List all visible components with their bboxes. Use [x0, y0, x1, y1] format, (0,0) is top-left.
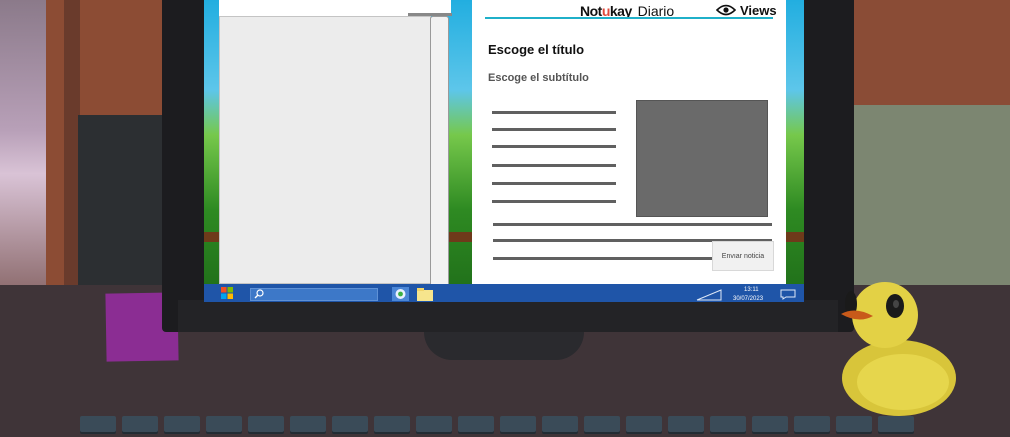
- body-text-line: [492, 111, 616, 114]
- header-rule: [485, 17, 773, 19]
- keyboard: [80, 416, 940, 437]
- clock-date[interactable]: 30/07/2023: [733, 296, 763, 302]
- monitor-stand: [424, 332, 584, 360]
- body-text-line: [492, 145, 616, 148]
- scrollbar[interactable]: [430, 16, 449, 288]
- eye-icon: [716, 4, 736, 16]
- search-icon: [254, 289, 264, 299]
- notification-icon[interactable]: [780, 289, 796, 300]
- app-icon[interactable]: [392, 287, 409, 301]
- body-text-line: [492, 182, 616, 185]
- rubber-duck[interactable]: [833, 270, 958, 420]
- clock-time[interactable]: 13:11: [744, 287, 759, 293]
- image-placeholder[interactable]: [636, 100, 768, 217]
- body-text-line: [492, 164, 616, 167]
- body-text-line: [493, 257, 713, 260]
- views-label[interactable]: Views: [740, 3, 777, 18]
- dark-shelf: [78, 115, 166, 290]
- wall-panel: [850, 105, 1010, 290]
- taskbar-search-input[interactable]: [250, 288, 378, 301]
- send-news-button[interactable]: Envıar noticia: [712, 241, 774, 271]
- editor-window[interactable]: [219, 16, 431, 284]
- windows-start-icon[interactable]: [220, 286, 234, 300]
- body-text-line: [493, 223, 772, 226]
- body-text-line: [492, 128, 616, 131]
- title-field[interactable]: Escoge el título: [488, 42, 584, 57]
- subtitle-field[interactable]: Escoge el subtítulo: [488, 72, 589, 84]
- monitor-bezel: [178, 300, 838, 332]
- folder-icon[interactable]: [417, 288, 433, 301]
- network-icon[interactable]: [696, 289, 722, 301]
- body-text-line: [492, 200, 616, 203]
